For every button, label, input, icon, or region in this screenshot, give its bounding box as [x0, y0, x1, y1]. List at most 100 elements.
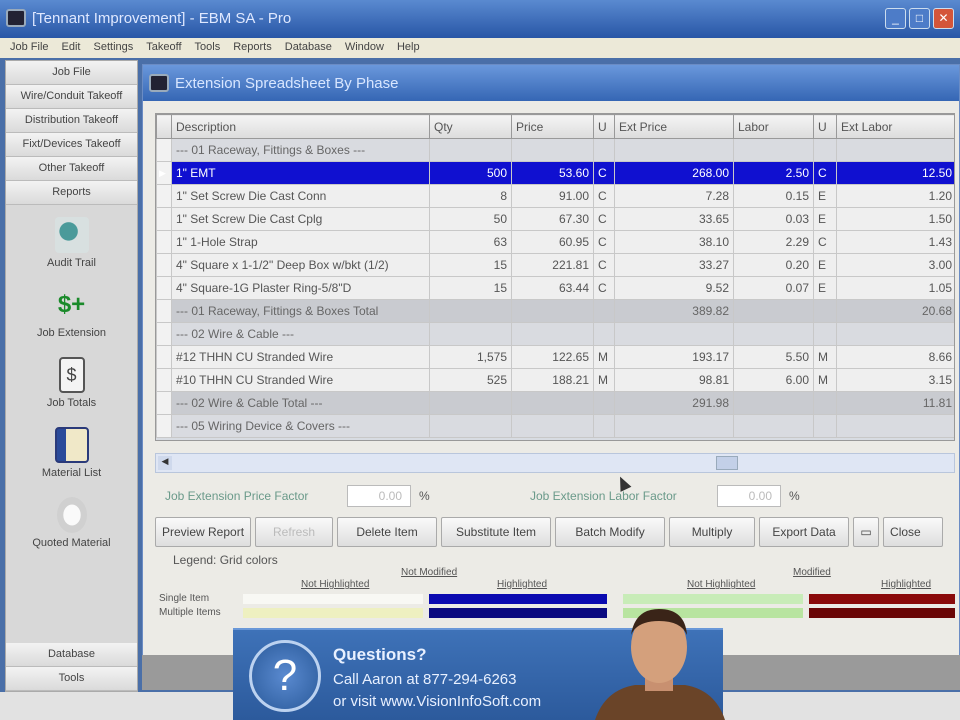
row-selector[interactable] — [156, 207, 172, 231]
cell-labor[interactable] — [733, 138, 814, 162]
cell-ext-price[interactable]: 7.28 — [614, 184, 734, 208]
cell-price[interactable]: 53.60 — [511, 161, 594, 185]
group-row[interactable]: --- 01 Raceway, Fittings & Boxes --- — [156, 138, 954, 162]
cell-ext-price[interactable]: 98.81 — [614, 368, 734, 392]
col-qty[interactable]: Qty — [429, 114, 512, 139]
cell-ext-labor[interactable]: 3.15 — [836, 368, 954, 392]
row-selector[interactable] — [156, 368, 172, 392]
menu-help[interactable]: Help — [397, 41, 420, 55]
cell-description[interactable]: 1" 1-Hole Strap — [171, 230, 430, 254]
cell-ext-price[interactable]: 33.27 — [614, 253, 734, 277]
horizontal-scrollbar[interactable]: ◀ — [155, 453, 955, 473]
cell-price[interactable] — [511, 322, 594, 346]
menu-settings[interactable]: Settings — [94, 41, 134, 55]
cell-price[interactable]: 60.95 — [511, 230, 594, 254]
cell-unit[interactable]: M — [593, 345, 615, 369]
cell-qty[interactable] — [429, 299, 512, 323]
cell-labor[interactable]: 0.20 — [733, 253, 814, 277]
maximize-button[interactable]: □ — [909, 8, 930, 29]
cell-price[interactable]: 67.30 — [511, 207, 594, 231]
cell-unit[interactable]: C — [593, 161, 615, 185]
cell-labor[interactable] — [733, 299, 814, 323]
close-button[interactable]: ✕ — [933, 8, 954, 29]
menu-takeoff[interactable]: Takeoff — [146, 41, 181, 55]
cell-labor[interactable]: 0.07 — [733, 276, 814, 300]
group-row[interactable]: --- 05 Wiring Device & Covers --- — [156, 414, 954, 438]
cell-ext-labor[interactable] — [836, 138, 954, 162]
cell-price[interactable] — [511, 138, 594, 162]
cell-description[interactable]: 4" Square x 1-1/2" Deep Box w/bkt (1/2) — [171, 253, 430, 277]
cell-labor-unit[interactable]: M — [813, 345, 837, 369]
cell-qty[interactable]: 15 — [429, 276, 512, 300]
close-window-button[interactable]: Close — [883, 517, 944, 547]
cell-ext-labor[interactable]: 1.05 — [836, 276, 954, 300]
cell-unit[interactable] — [593, 138, 615, 162]
cell-labor[interactable] — [733, 322, 814, 346]
cell-unit[interactable]: C — [593, 276, 615, 300]
cell-labor-unit[interactable]: M — [813, 368, 837, 392]
print-icon[interactable]: ▭ — [853, 517, 880, 547]
cell-qty[interactable]: 500 — [429, 161, 512, 185]
preview-report-button[interactable]: Preview Report — [155, 517, 252, 547]
export-data-button[interactable]: Export Data — [759, 517, 850, 547]
cell-unit[interactable]: C — [593, 230, 615, 254]
cell-labor[interactable]: 6.00 — [733, 368, 814, 392]
row-selector[interactable]: ▶ — [156, 161, 172, 185]
col-ext-price[interactable]: Ext Price — [614, 114, 734, 139]
cell-ext-labor[interactable]: 11.81 — [836, 391, 954, 415]
cell-qty[interactable] — [429, 414, 512, 438]
row-selector[interactable] — [156, 184, 172, 208]
total-row[interactable]: --- 01 Raceway, Fittings & Boxes Total 38… — [156, 299, 954, 323]
scroll-left-arrow-icon[interactable]: ◀ — [158, 456, 172, 470]
cell-labor-unit[interactable]: C — [813, 230, 837, 254]
cell-labor-unit[interactable] — [813, 299, 837, 323]
job-totals-item[interactable]: $ Job Totals — [6, 357, 137, 409]
row-selector[interactable] — [156, 414, 172, 438]
cell-ext-labor[interactable] — [836, 322, 954, 346]
menu-database[interactable]: Database — [285, 41, 332, 55]
row-selector[interactable] — [156, 230, 172, 254]
cell-qty[interactable]: 50 — [429, 207, 512, 231]
cell-ext-price[interactable]: 291.98 — [614, 391, 734, 415]
cell-unit[interactable]: C — [593, 207, 615, 231]
menu-reports[interactable]: Reports — [233, 41, 272, 55]
cell-description[interactable]: --- 01 Raceway, Fittings & Boxes --- — [171, 138, 430, 162]
col-labor-unit[interactable]: U — [813, 114, 837, 139]
cell-labor-unit[interactable]: E — [813, 184, 837, 208]
col-price[interactable]: Price — [511, 114, 594, 139]
menu-edit[interactable]: Edit — [62, 41, 81, 55]
cell-price[interactable]: 91.00 — [511, 184, 594, 208]
cell-description[interactable]: 1" Set Screw Die Cast Conn — [171, 184, 430, 208]
menu-window[interactable]: Window — [345, 41, 384, 55]
cell-ext-price[interactable]: 389.82 — [614, 299, 734, 323]
sidebar-distribution-takeoff[interactable]: Distribution Takeoff — [6, 109, 137, 133]
cell-labor-unit[interactable]: E — [813, 253, 837, 277]
cell-description[interactable]: --- 05 Wiring Device & Covers --- — [171, 414, 430, 438]
table-row[interactable]: ▶ 1" EMT 500 53.60 C 268.00 2.50 C 12.50 — [156, 161, 954, 185]
quoted-material-item[interactable]: Quoted Material — [6, 497, 137, 549]
cell-ext-labor[interactable] — [836, 414, 954, 438]
job-extension-item[interactable]: $+ Job Extension — [6, 287, 137, 339]
row-selector[interactable] — [156, 276, 172, 300]
cell-price[interactable]: 63.44 — [511, 276, 594, 300]
cell-unit[interactable] — [593, 299, 615, 323]
cell-ext-price[interactable]: 193.17 — [614, 345, 734, 369]
table-row[interactable]: 1" Set Screw Die Cast Cplg 50 67.30 C 33.65 0… — [156, 207, 954, 231]
substitute-item-button[interactable]: Substitute Item — [441, 517, 552, 547]
row-selector[interactable] — [156, 322, 172, 346]
cell-unit[interactable]: C — [593, 253, 615, 277]
cell-unit[interactable]: C — [593, 184, 615, 208]
minimize-button[interactable]: _ — [885, 8, 906, 29]
delete-item-button[interactable]: Delete Item — [337, 517, 438, 547]
cell-qty[interactable] — [429, 322, 512, 346]
cell-description[interactable]: --- 02 Wire & Cable Total --- — [171, 391, 430, 415]
cell-description[interactable]: #12 THHN CU Stranded Wire — [171, 345, 430, 369]
cell-labor-unit[interactable] — [813, 138, 837, 162]
table-row[interactable]: #10 THHN CU Stranded Wire 525 188.21 M 98.81… — [156, 368, 954, 392]
sidebar-wire-conduit-takeoff[interactable]: Wire/Conduit Takeoff — [6, 85, 137, 109]
cell-ext-labor[interactable]: 20.68 — [836, 299, 954, 323]
scroll-thumb[interactable] — [716, 456, 738, 470]
cell-qty[interactable] — [429, 391, 512, 415]
cell-price[interactable] — [511, 391, 594, 415]
extension-grid[interactable]: Description Qty Price U Ext Price Labor … — [155, 113, 955, 441]
